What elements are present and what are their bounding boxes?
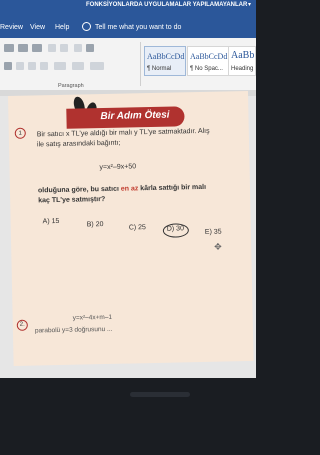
equation: y=x²–9x+50 [99,163,137,172]
style-sample: AaBbCcDd [190,52,228,61]
question-text: parabolü y=3 doğrusunu ... [34,325,113,335]
style-sample: AaBbCcDd [147,52,185,61]
style-name: Heading [231,66,254,72]
option-b: B) 20 [86,221,104,229]
word-window: FONKSİYONLARDA UYGULAMALAR YAPILAMAYANLA… [0,0,256,378]
justify-icon[interactable] [40,62,48,70]
decrease-indent-icon[interactable] [48,44,56,52]
increase-indent-icon[interactable] [60,44,68,52]
align-left-icon[interactable] [4,62,12,70]
style-heading[interactable]: AaBb Heading [228,46,256,76]
align-center-icon[interactable] [16,62,24,70]
bullets-icon[interactable] [4,44,14,52]
style-name: ¶ Normal [147,66,172,72]
lightbulb-icon[interactable] [82,22,91,31]
style-no-spacing[interactable]: AaBbCcDd ¶ No Spac... [187,46,229,76]
move-cursor-icon: ✥ [214,241,222,252]
highlighted-text: en az [120,185,139,193]
document-page[interactable]: Bir Adım Ötesi 1 Bir satıcı x TL'ye aldı… [8,90,254,366]
question-number: 2. [16,319,28,331]
option-a: A) 15 [42,217,60,226]
paragraph-group-label: Paragraph [58,83,84,89]
ribbon: Paragraph AaBbCcDd ¶ Normal AaBbCcDd ¶ N… [0,38,256,91]
question-text: kaç TL'ye satmıştır? [38,195,106,205]
style-sample: AaBb [231,50,255,61]
banner-title: Bir Adım Ötesi [100,109,170,123]
document-title: FONKSİYONLARDA UYGULAMALAR YAPILAMAYANLA… [86,2,248,8]
question-number: 1 [14,127,26,139]
shading-icon[interactable] [72,62,84,70]
question-text: olduğuna göre, bu satıcı en az kârla sat… [37,183,207,195]
numbering-icon[interactable] [18,44,28,52]
question-text: ile satış arasındaki bağıntı; [36,139,121,149]
sort-icon[interactable] [74,44,82,52]
tab-view[interactable]: View [30,24,45,31]
tab-review[interactable]: Review [0,24,23,31]
multilevel-list-icon[interactable] [32,44,42,52]
tab-help[interactable]: Help [55,24,69,31]
align-right-icon[interactable] [28,62,36,70]
option-c: C) 25 [128,224,146,232]
question-text: Bir satıcı x TL'ye aldığı bir malı y TL'… [36,127,210,139]
tell-me-search[interactable]: Tell me what you want to do [95,24,181,31]
background [0,378,256,455]
line-spacing-icon[interactable] [54,62,66,70]
ribbon-separator [140,42,141,86]
option-d: D) 30 [166,225,185,233]
option-e: E) 35 [204,228,222,236]
style-normal[interactable]: AaBbCcDd ¶ Normal [144,46,186,76]
style-name: ¶ No Spac... [190,66,223,72]
borders-icon[interactable] [90,62,104,70]
menu-bar: Review View Help Tell me what you want t… [0,12,256,38]
equation: y=x²–4x+m–1 [72,313,113,322]
reflection [130,392,190,397]
title-caret-icon[interactable]: ▾ [248,1,251,8]
pilcrow-icon[interactable] [86,44,94,52]
title-bar: FONKSİYONLARDA UYGULAMALAR YAPILAMAYANLA… [0,0,256,12]
